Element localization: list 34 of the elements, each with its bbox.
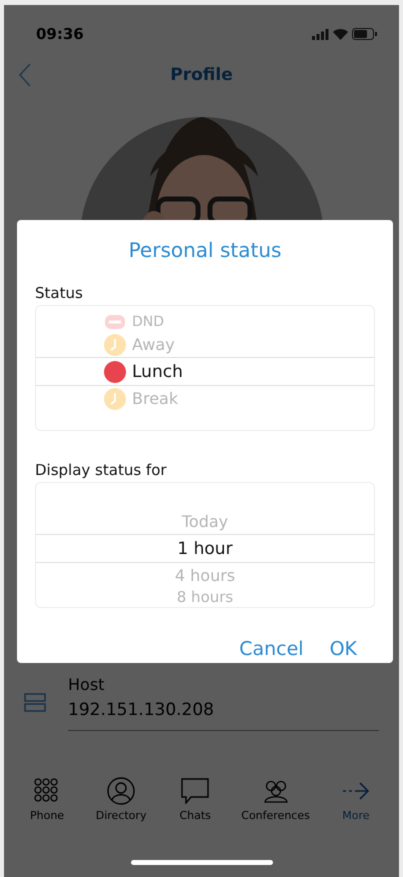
- chat-icon: [181, 778, 210, 804]
- tab[interactable]: More: [326, 775, 386, 824]
- ok-button[interactable]: OK: [328, 636, 359, 662]
- battery-icon: [352, 28, 377, 40]
- duration-picker[interactable]: Today 1 hour 4 hours 8 hours: [35, 482, 375, 608]
- dialog-title: Personal status: [128, 238, 282, 262]
- status-picker[interactable]: DND Away Lunch Break: [35, 305, 375, 431]
- picker-option[interactable]: DND: [132, 314, 164, 330]
- picker-option[interactable]: 8 hours: [176, 588, 234, 606]
- tab[interactable]: Phone: [17, 775, 78, 824]
- screen-title: Profile: [170, 65, 233, 85]
- picker-option[interactable]: 1 hour: [177, 538, 233, 558]
- picker-label: Status: [35, 284, 83, 302]
- picker-option[interactable]: Break: [132, 389, 178, 408]
- person-icon: [107, 777, 136, 805]
- tab[interactable]: Chats: [165, 775, 226, 824]
- picker-option[interactable]: Today: [182, 512, 228, 531]
- tab[interactable]: Directory: [91, 775, 152, 824]
- cancel-button[interactable]: Cancel: [237, 636, 306, 662]
- picker-option[interactable]: 4 hours: [174, 566, 236, 585]
- picker-label: Display status for: [35, 461, 167, 479]
- picker-option[interactable]: Away: [132, 335, 175, 354]
- signal-icon: [312, 28, 329, 40]
- tab[interactable]: Conferences: [239, 775, 312, 824]
- host-label: Host: [68, 675, 106, 694]
- server-icon: [24, 693, 46, 713]
- status-time: 09:36: [36, 25, 84, 43]
- back-icon[interactable]: [18, 63, 32, 87]
- picker-option[interactable]: Lunch: [132, 362, 183, 382]
- dialpad-icon: [34, 778, 60, 804]
- wifi-icon: [333, 28, 348, 40]
- host-value: 192.151.130.208: [68, 700, 216, 720]
- arrow-icon: [342, 780, 370, 802]
- group-icon: [262, 778, 290, 804]
